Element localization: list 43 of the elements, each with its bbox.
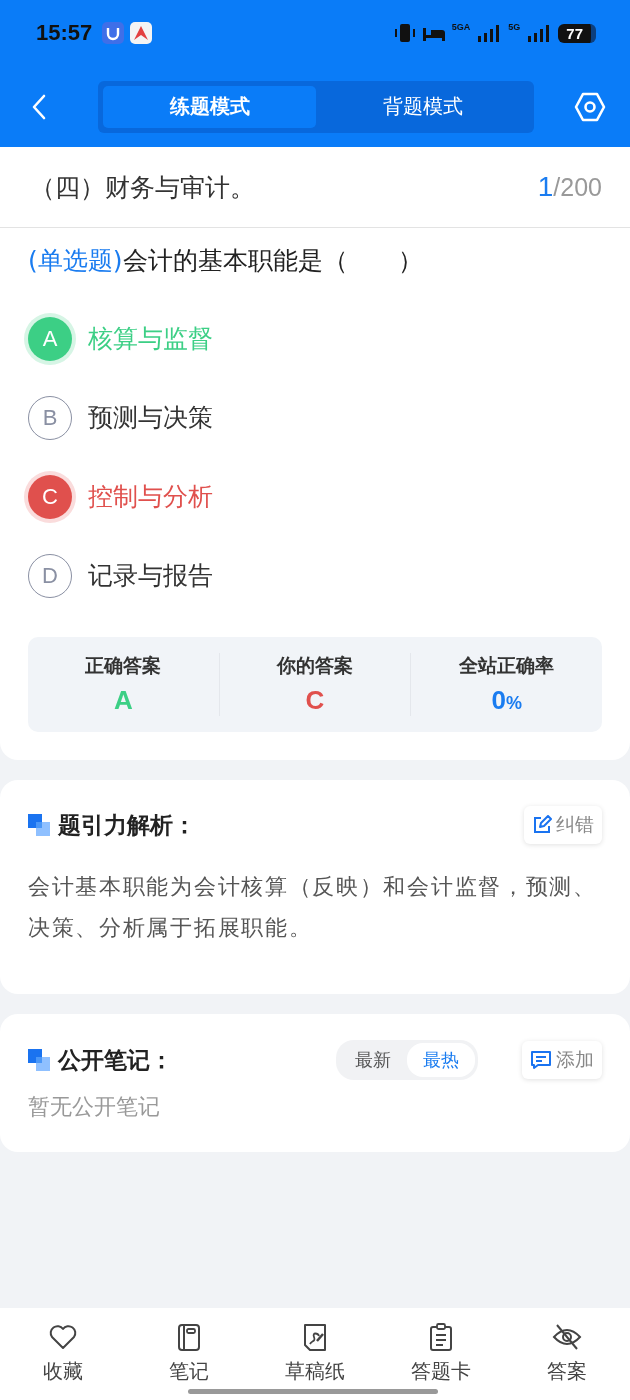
option-text[interactable]: 控制与分析 [88, 480, 213, 513]
summary-value: 0% [491, 685, 522, 716]
option-text[interactable]: 预测与决策 [88, 401, 213, 434]
card-title: 题引力解析： [58, 810, 196, 840]
settings-icon[interactable] [574, 90, 606, 123]
eye-off-icon [552, 1322, 582, 1352]
section-icon [28, 814, 50, 836]
section-icon [28, 1049, 50, 1071]
network-label: 5G [508, 22, 521, 32]
option-letter[interactable]: C [28, 474, 72, 519]
mode-tab[interactable]: 练题模式 [103, 85, 316, 128]
network-label: 5GA [451, 22, 471, 32]
nav-item[interactable]: 草稿纸 [252, 1308, 378, 1400]
question-text: (单选题)会计的基本职能是（ ） [28, 245, 424, 277]
summary-label: 你的答案 [277, 653, 353, 678]
summary-label: 全站正确率 [459, 653, 555, 678]
sort-tab[interactable]: 最新 [339, 1043, 407, 1077]
app-icon [130, 22, 153, 44]
total-count: /200 [553, 173, 602, 201]
card-title: 公开笔记： [58, 1045, 173, 1075]
current-number: 1 [537, 171, 554, 202]
analysis-text: 会计基本职能为会计核算（反映）和会计监督，预测、决策、分析属于拓展职能。 [28, 873, 598, 942]
edit-icon [532, 815, 552, 835]
heart-icon [48, 1322, 78, 1352]
add-note-button[interactable]: 添加 [522, 1041, 602, 1079]
mode-tab[interactable]: 背题模式 [316, 85, 529, 128]
app-icon [102, 22, 125, 44]
option-text[interactable]: 记录与报告 [88, 559, 213, 592]
comment-icon [530, 1050, 552, 1070]
summary-label: 正确答案 [85, 653, 162, 678]
vibrate-icon [393, 23, 416, 43]
sort-tab[interactable]: 最热 [407, 1043, 475, 1077]
section-title: （四）财务与审计。 [30, 171, 256, 204]
summary-value: C [305, 685, 325, 716]
battery-indicator: 77 [558, 23, 596, 43]
empty-notes-text: 暂无公开笔记 [28, 1093, 161, 1121]
summary-value: A [113, 685, 133, 716]
status-time: 15:57 [36, 20, 93, 46]
nav-item[interactable]: 答题卡 [378, 1308, 504, 1400]
report-error-button[interactable]: 纠错 [524, 806, 602, 844]
nav-item[interactable]: 答案 [504, 1308, 630, 1400]
nav-item[interactable]: 笔记 [126, 1308, 252, 1400]
nav-item[interactable]: 收藏 [0, 1308, 126, 1400]
